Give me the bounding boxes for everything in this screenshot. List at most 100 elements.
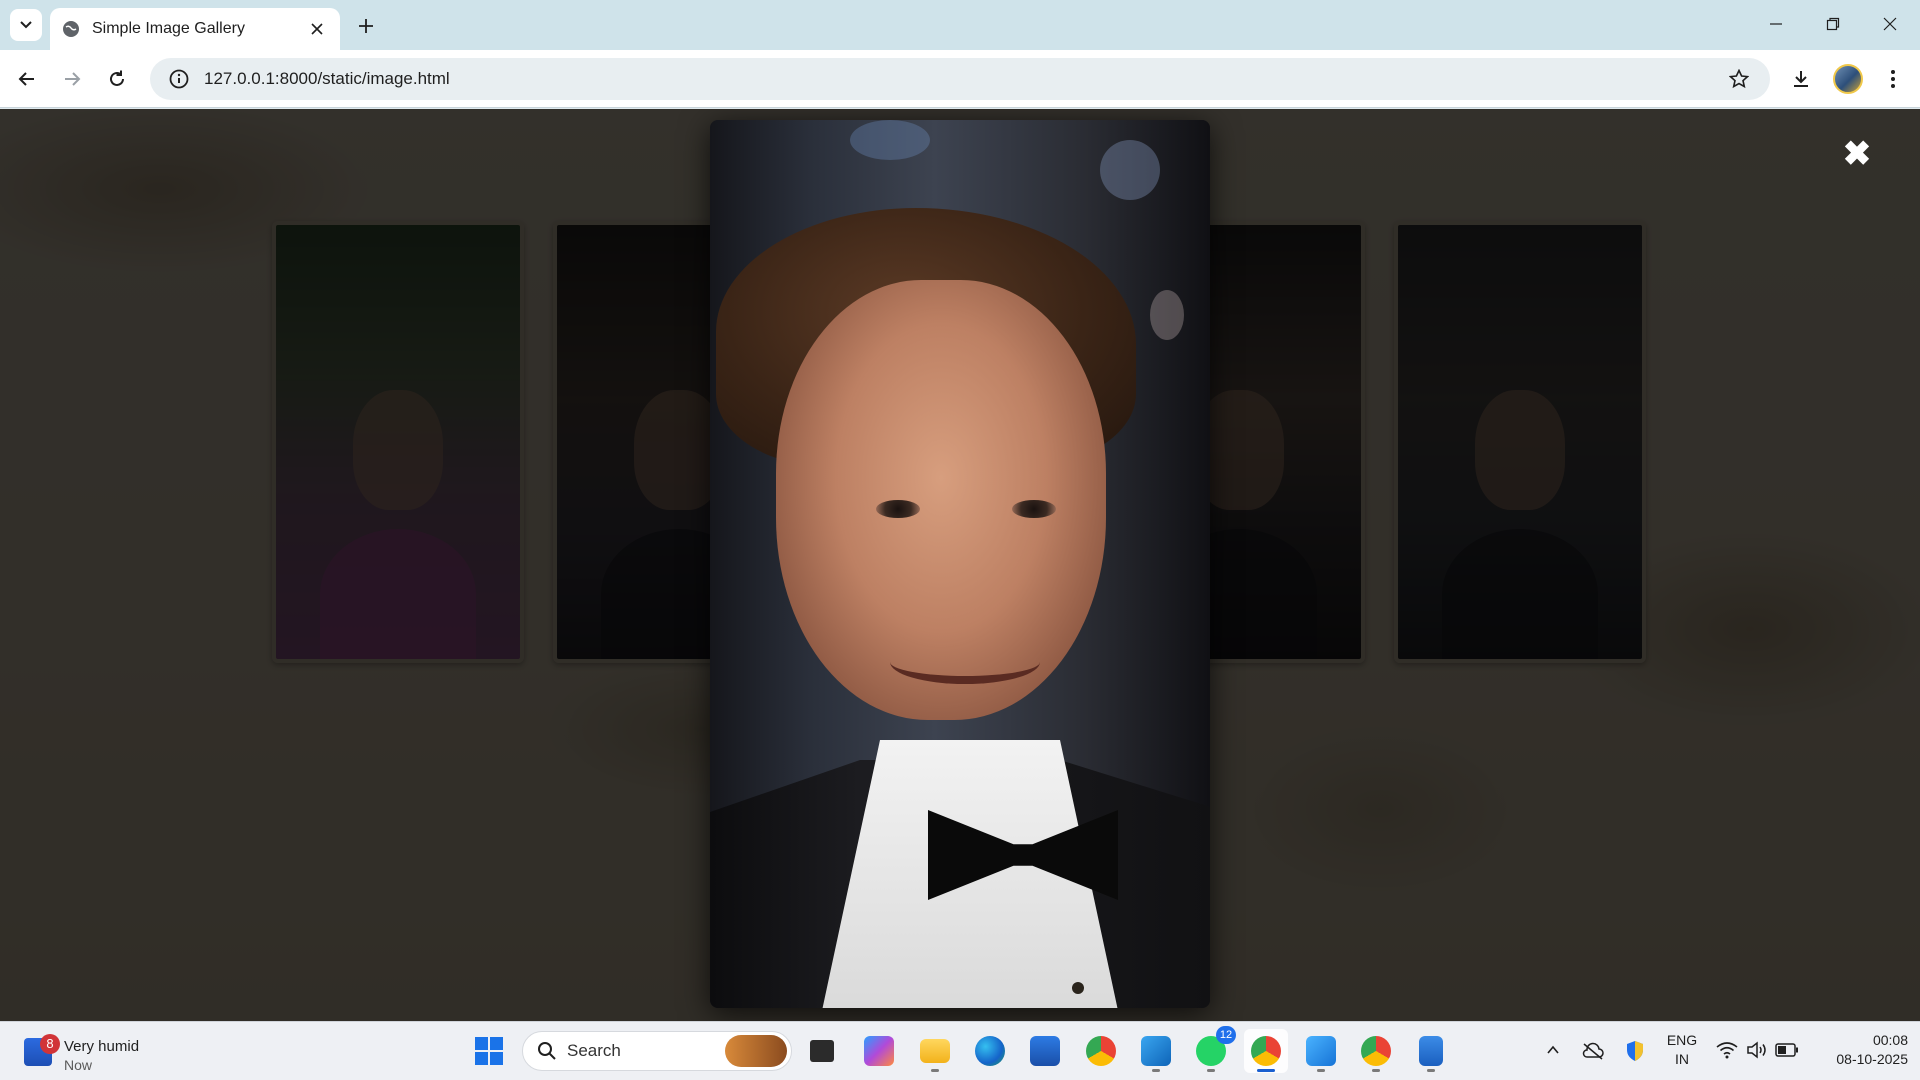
taskbar-chrome-2[interactable]	[1357, 1032, 1395, 1072]
notepad-icon	[1419, 1036, 1443, 1066]
clock[interactable]: 00:08 08-10-2025	[1808, 1031, 1908, 1069]
restore-icon	[1826, 17, 1840, 31]
start-button[interactable]	[470, 1032, 508, 1070]
taskbar-copilot[interactable]	[860, 1032, 898, 1070]
search-icon	[538, 1042, 556, 1060]
edge-icon	[975, 1036, 1005, 1066]
reload-icon	[110, 70, 124, 86]
speaker-icon	[1747, 1041, 1766, 1059]
tab-close-icon[interactable]	[306, 18, 328, 40]
arrow-right-icon	[65, 72, 81, 86]
notification-badge: 12	[1216, 1026, 1236, 1044]
lightbox-close-icon[interactable]: ✖	[1840, 137, 1874, 171]
plus-icon	[359, 19, 373, 33]
language-indicator[interactable]: ENG IN	[1662, 1031, 1702, 1069]
taskbar-whatsapp[interactable]: 12	[1192, 1026, 1236, 1072]
weather-subtitle: Now	[64, 1057, 93, 1073]
bokeh-light	[850, 120, 930, 160]
close-window-button[interactable]	[1872, 8, 1908, 40]
tab-search-button[interactable]	[10, 9, 42, 41]
onedrive-status[interactable]	[1580, 1038, 1606, 1064]
back-button[interactable]	[12, 64, 42, 94]
bokeh-light	[1150, 290, 1184, 340]
portrait-smile	[890, 640, 1040, 684]
restore-button[interactable]	[1815, 8, 1851, 40]
language-code: ENG	[1666, 1032, 1698, 1048]
cloud-off-icon	[1582, 1042, 1604, 1060]
downloads-button[interactable]	[1786, 64, 1816, 94]
portrait-stud	[1072, 982, 1084, 994]
running-indicator	[1152, 1069, 1160, 1072]
folder-icon	[920, 1039, 950, 1063]
show-hidden-icons-button[interactable]	[1541, 1038, 1565, 1062]
taskbar-notepad[interactable]	[1412, 1032, 1450, 1072]
active-indicator	[1257, 1069, 1275, 1072]
taskbar-file-explorer[interactable]	[916, 1032, 954, 1072]
taskbar: 8 Very humid Now Search 12 ENG IN 00:08 …	[0, 1021, 1920, 1080]
taskbar-edge[interactable]	[971, 1032, 1009, 1070]
chrome-icon	[1361, 1036, 1391, 1066]
browser-menu-button[interactable]	[1878, 64, 1908, 94]
taskbar-store[interactable]	[1026, 1032, 1064, 1070]
tab-strip: Simple Image Gallery	[0, 0, 1920, 50]
lightbox-image	[710, 120, 1210, 1008]
volume-status[interactable]	[1744, 1038, 1770, 1062]
weather-badge: 8	[40, 1034, 60, 1054]
portrait-eye	[876, 500, 920, 518]
chevron-up-icon	[1547, 1045, 1559, 1054]
taskbar-vscode[interactable]	[1137, 1032, 1175, 1072]
globe-icon	[62, 20, 80, 38]
chrome-icon	[1086, 1036, 1116, 1066]
gallery-page: ✖	[0, 109, 1920, 1021]
new-tab-button[interactable]	[352, 12, 380, 40]
taskbar-chrome-active[interactable]	[1244, 1029, 1288, 1073]
close-icon	[1883, 17, 1897, 31]
kebab-menu-icon	[1891, 70, 1895, 88]
profile-avatar[interactable]	[1833, 64, 1863, 94]
arrow-left-icon	[18, 72, 34, 86]
taskbar-photos[interactable]	[1302, 1032, 1340, 1072]
weather-title: Very humid	[64, 1038, 140, 1055]
store-icon	[1030, 1036, 1060, 1066]
address-bar[interactable]: 127.0.0.1:8000/static/image.html	[150, 58, 1770, 100]
taskbar-task-view[interactable]	[803, 1032, 841, 1070]
running-indicator	[1207, 1069, 1215, 1072]
windows-logo-icon	[475, 1037, 503, 1065]
running-indicator	[1427, 1069, 1435, 1072]
clock-time: 00:08	[1872, 1032, 1908, 1048]
wifi-icon	[1716, 1042, 1738, 1059]
bookmark-star-icon[interactable]	[1726, 66, 1752, 92]
running-indicator	[1372, 1069, 1380, 1072]
photos-icon	[1306, 1036, 1336, 1066]
shield-icon	[1627, 1041, 1643, 1061]
battery-status[interactable]	[1774, 1038, 1800, 1062]
search-highlight-image	[725, 1035, 787, 1067]
site-info-icon[interactable]	[168, 68, 190, 90]
clock-date: 08-10-2025	[1836, 1051, 1908, 1067]
language-region: IN	[1675, 1051, 1689, 1067]
tab-active[interactable]: Simple Image Gallery	[50, 8, 340, 50]
running-indicator	[1317, 1069, 1325, 1072]
download-icon	[1794, 71, 1808, 87]
security-status[interactable]	[1622, 1038, 1648, 1064]
browser-toolbar: 127.0.0.1:8000/static/image.html	[0, 50, 1920, 108]
url-text[interactable]: 127.0.0.1:8000/static/image.html	[204, 69, 1726, 89]
vscode-icon	[1141, 1036, 1171, 1066]
forward-button[interactable]	[57, 64, 87, 94]
running-indicator	[931, 1069, 939, 1072]
weather-widget[interactable]: 8 Very humid Now	[22, 1030, 202, 1074]
taskbar-chrome-1[interactable]	[1082, 1032, 1120, 1070]
battery-icon	[1775, 1043, 1798, 1057]
task-view-icon	[810, 1040, 834, 1062]
taskbar-search[interactable]: Search	[522, 1031, 792, 1071]
minimize-button[interactable]	[1758, 8, 1794, 40]
wifi-status[interactable]	[1714, 1038, 1740, 1062]
tab-title: Simple Image Gallery	[92, 20, 245, 37]
bokeh-light	[1100, 140, 1160, 200]
portrait-eye	[1012, 500, 1056, 518]
chrome-icon	[1251, 1036, 1281, 1066]
reload-button[interactable]	[102, 64, 132, 94]
copilot-icon	[864, 1036, 894, 1066]
chevron-down-icon	[20, 21, 32, 29]
minimize-icon	[1770, 23, 1782, 25]
